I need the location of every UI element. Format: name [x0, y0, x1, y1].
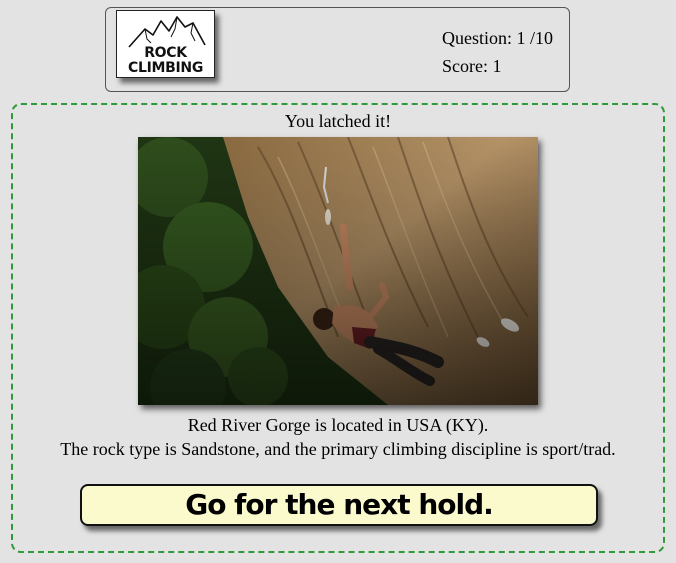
- next-question-button[interactable]: Go for the next hold.: [80, 484, 598, 526]
- logo-text-line2: CLIMBING: [127, 60, 204, 76]
- answer-panel: You latched it! Red River Gorge is locat…: [11, 103, 665, 553]
- logo-text-line1: ROCK: [144, 45, 187, 61]
- crag-details-text: The rock type is Sandstone, and the prim…: [60, 439, 616, 459]
- rock-climbing-logo: ROCK CLIMBING: [116, 10, 215, 78]
- feedback-message: You latched it!: [284, 111, 392, 131]
- header-panel: ROCK CLIMBING Question: 1 /10 Score: 1: [105, 7, 570, 92]
- question-counter: Question: 1 /10: [442, 28, 553, 48]
- crag-location-text: Red River Gorge is located in USA (KY).: [187, 415, 489, 435]
- quiz-stats: Question: 1 /10 Score: 1: [442, 24, 553, 80]
- quiz-page: ROCK CLIMBING Question: 1 /10 Score: 1 Y…: [0, 0, 676, 563]
- score-counter: Score: 1: [442, 56, 502, 76]
- climber-photo: [138, 137, 538, 405]
- crag-info: Red River Gorge is located in USA (KY). …: [13, 413, 663, 461]
